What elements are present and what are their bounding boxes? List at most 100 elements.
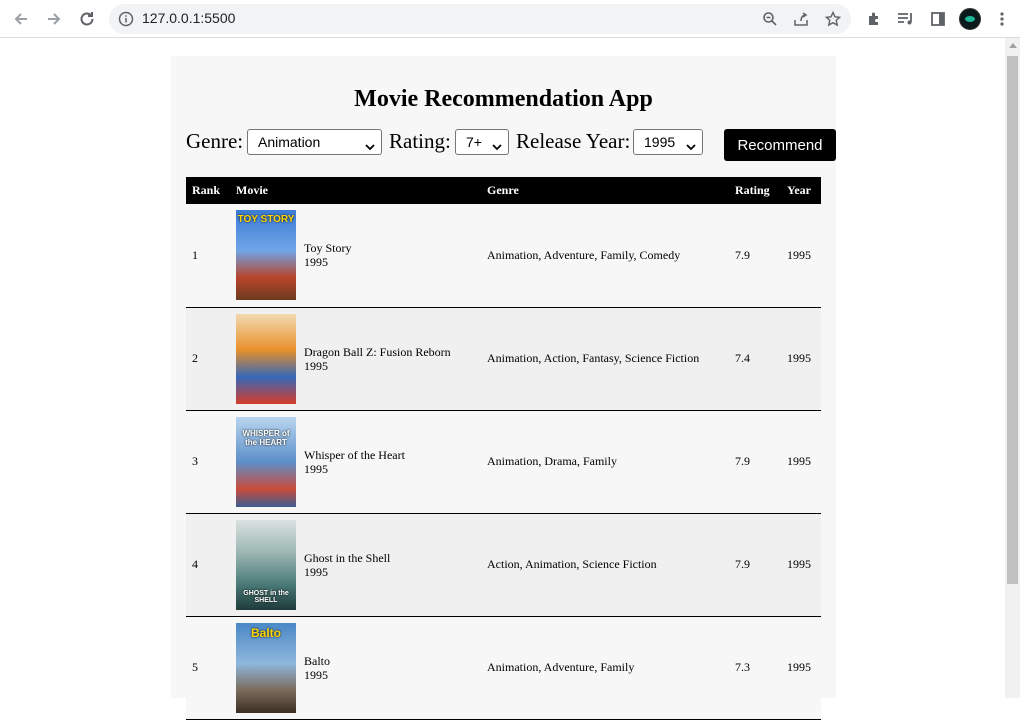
- rating-cell: 7.4: [735, 351, 750, 365]
- header-rating: Rating: [735, 183, 770, 197]
- movie-details: Whisper of the Heart 1995: [304, 448, 405, 476]
- header-genre: Genre: [487, 183, 519, 197]
- table-header-row: Rank Movie Genre Rating Year: [186, 177, 821, 204]
- recommendations-table: Rank Movie Genre Rating Year 1 TOY STORY T…: [186, 177, 821, 720]
- poster-title: Balto: [251, 625, 281, 640]
- movie-year: 1995: [304, 667, 328, 682]
- star-icon[interactable]: [823, 9, 843, 29]
- rank-cell: 5: [192, 660, 198, 674]
- media-icon[interactable]: [894, 7, 918, 31]
- genre-cell: Animation, Adventure, Family: [487, 660, 635, 674]
- year-cell: 1995: [787, 660, 811, 674]
- genre-label: Genre:: [186, 129, 244, 153]
- scrollbar-thumb[interactable]: [1007, 56, 1018, 584]
- rating-cell: 7.9: [735, 454, 750, 468]
- movie-info: WHISPER of the HEART Whisper of the Heart…: [236, 416, 481, 507]
- movie-title: Balto: [304, 653, 330, 668]
- movie-info: TOY STORY Toy Story 1995: [236, 210, 481, 301]
- poster-title: GHOST in the SHELL: [243, 589, 289, 604]
- movie-details: Ghost in the Shell 1995: [304, 551, 390, 579]
- movie-title: Dragon Ball Z: Fusion Reborn: [304, 344, 451, 359]
- movie-poster: TOY STORY: [236, 210, 296, 301]
- rating-cell: 7.3: [735, 660, 750, 674]
- movie-details: Balto 1995: [304, 654, 330, 682]
- year-cell: 1995: [787, 247, 811, 262]
- header-year: Year: [787, 183, 811, 197]
- table-row: 3 WHISPER of the HEART Whisper of the Hear…: [186, 410, 821, 513]
- movie-info: Balto Balto 1995: [236, 622, 481, 713]
- movie-poster: Balto: [236, 622, 296, 713]
- browser-toolbar: 127.0.0.1:5500: [0, 0, 1020, 38]
- header-movie: Movie: [236, 183, 268, 197]
- poster-title: TOY STORY: [237, 214, 295, 226]
- info-icon[interactable]: [118, 11, 134, 32]
- reload-icon[interactable]: [75, 7, 99, 31]
- year-cell: 1995: [787, 557, 811, 571]
- genre-cell: Animation, Drama, Family: [487, 454, 617, 468]
- movie-cell: TOY STORY Toy Story 1995: [230, 204, 481, 307]
- movie-title: Ghost in the Shell: [304, 550, 391, 565]
- movie-year: 1995: [304, 255, 328, 270]
- forward-icon[interactable]: [42, 7, 66, 31]
- zoom-icon[interactable]: [760, 9, 780, 29]
- genre-cell: Action, Animation, Science Fiction: [487, 557, 657, 571]
- table-row: 2 Dragon Ball Z: Fusion Reborn 1995 Animati…: [186, 307, 821, 410]
- movie-poster: [236, 313, 296, 404]
- year-cell: 1995: [787, 454, 811, 468]
- movie-title: Toy Story: [304, 241, 352, 256]
- movie-poster: WHISPER of the HEART: [236, 416, 296, 507]
- movie-details: Toy Story 1995: [304, 241, 352, 269]
- url-text[interactable]: 127.0.0.1:5500: [142, 10, 235, 26]
- poster-title: WHISPER of the HEART: [242, 428, 290, 447]
- rank-cell: 3: [192, 454, 198, 468]
- rank-cell: 2: [192, 351, 198, 365]
- profile-avatar[interactable]: [959, 8, 981, 30]
- year-select-value: 1995: [644, 134, 676, 150]
- share-icon[interactable]: [791, 9, 811, 29]
- movie-year: 1995: [304, 564, 328, 579]
- movie-cell: GHOST in the SHELL Ghost in the Shell 1995: [230, 513, 481, 616]
- movie-info: Dragon Ball Z: Fusion Reborn 1995: [236, 313, 481, 404]
- menu-icon[interactable]: [990, 7, 1014, 31]
- movie-cell: WHISPER of the HEART Whisper of the Heart…: [230, 410, 481, 513]
- movie-title: Whisper of the Heart: [304, 447, 405, 462]
- genre-cell: Animation, Action, Fantasy, Science Fict…: [487, 351, 700, 365]
- page-scrollbar[interactable]: [1005, 38, 1020, 698]
- rating-label: Rating:: [389, 129, 451, 153]
- extensions-icon[interactable]: [862, 7, 886, 31]
- movie-poster: GHOST in the SHELL: [236, 519, 296, 610]
- movie-info: GHOST in the SHELL Ghost in the Shell 1995: [236, 519, 481, 610]
- chevron-down-icon: [365, 138, 375, 154]
- rank-cell: 1: [192, 247, 198, 262]
- rank-cell: 4: [192, 557, 198, 571]
- page-title: Movie Recommendation App: [354, 86, 653, 112]
- year-label: Release Year:: [516, 129, 631, 153]
- back-icon[interactable]: [9, 7, 33, 31]
- genre-select-value: Animation: [258, 134, 321, 150]
- movie-details: Dragon Ball Z: Fusion Reborn 1995: [304, 345, 451, 373]
- movie-year: 1995: [304, 461, 328, 476]
- table-row: 1 TOY STORY Toy Story 1995 Animation, Advent…: [186, 204, 821, 307]
- table-row: 5 Balto Balto 1995 Animation, Adventure, Fam…: [186, 616, 821, 719]
- scroll-up-icon[interactable]: [1009, 43, 1017, 48]
- rating-cell: 7.9: [735, 557, 750, 571]
- rating-cell: 7.9: [735, 247, 750, 262]
- recommend-button[interactable]: Recommend: [724, 129, 836, 161]
- filter-controls: Genre: Animation Rating: 7+ Release Year…: [186, 129, 836, 163]
- chevron-down-icon: [686, 138, 696, 154]
- genre-cell: Animation, Adventure, Family, Comedy: [487, 247, 681, 262]
- year-cell: 1995: [787, 351, 811, 365]
- movie-year: 1995: [304, 358, 328, 373]
- table-row: 4 GHOST in the SHELL Ghost in the Shell 199…: [186, 513, 821, 616]
- genre-select[interactable]: Animation: [247, 129, 382, 155]
- header-rank: Rank: [192, 183, 221, 197]
- chevron-down-icon: [492, 138, 502, 154]
- rating-select-value: 7+: [466, 134, 482, 150]
- movie-cell: Balto Balto 1995: [230, 616, 481, 719]
- rating-select[interactable]: 7+: [455, 129, 509, 155]
- year-select[interactable]: 1995: [633, 129, 703, 155]
- movie-cell: Dragon Ball Z: Fusion Reborn 1995: [230, 307, 481, 410]
- sidepanel-icon[interactable]: [926, 7, 950, 31]
- address-bar[interactable]: 127.0.0.1:5500: [109, 4, 851, 34]
- app-container: Movie Recommendation App Genre: Animatio…: [171, 56, 836, 719]
